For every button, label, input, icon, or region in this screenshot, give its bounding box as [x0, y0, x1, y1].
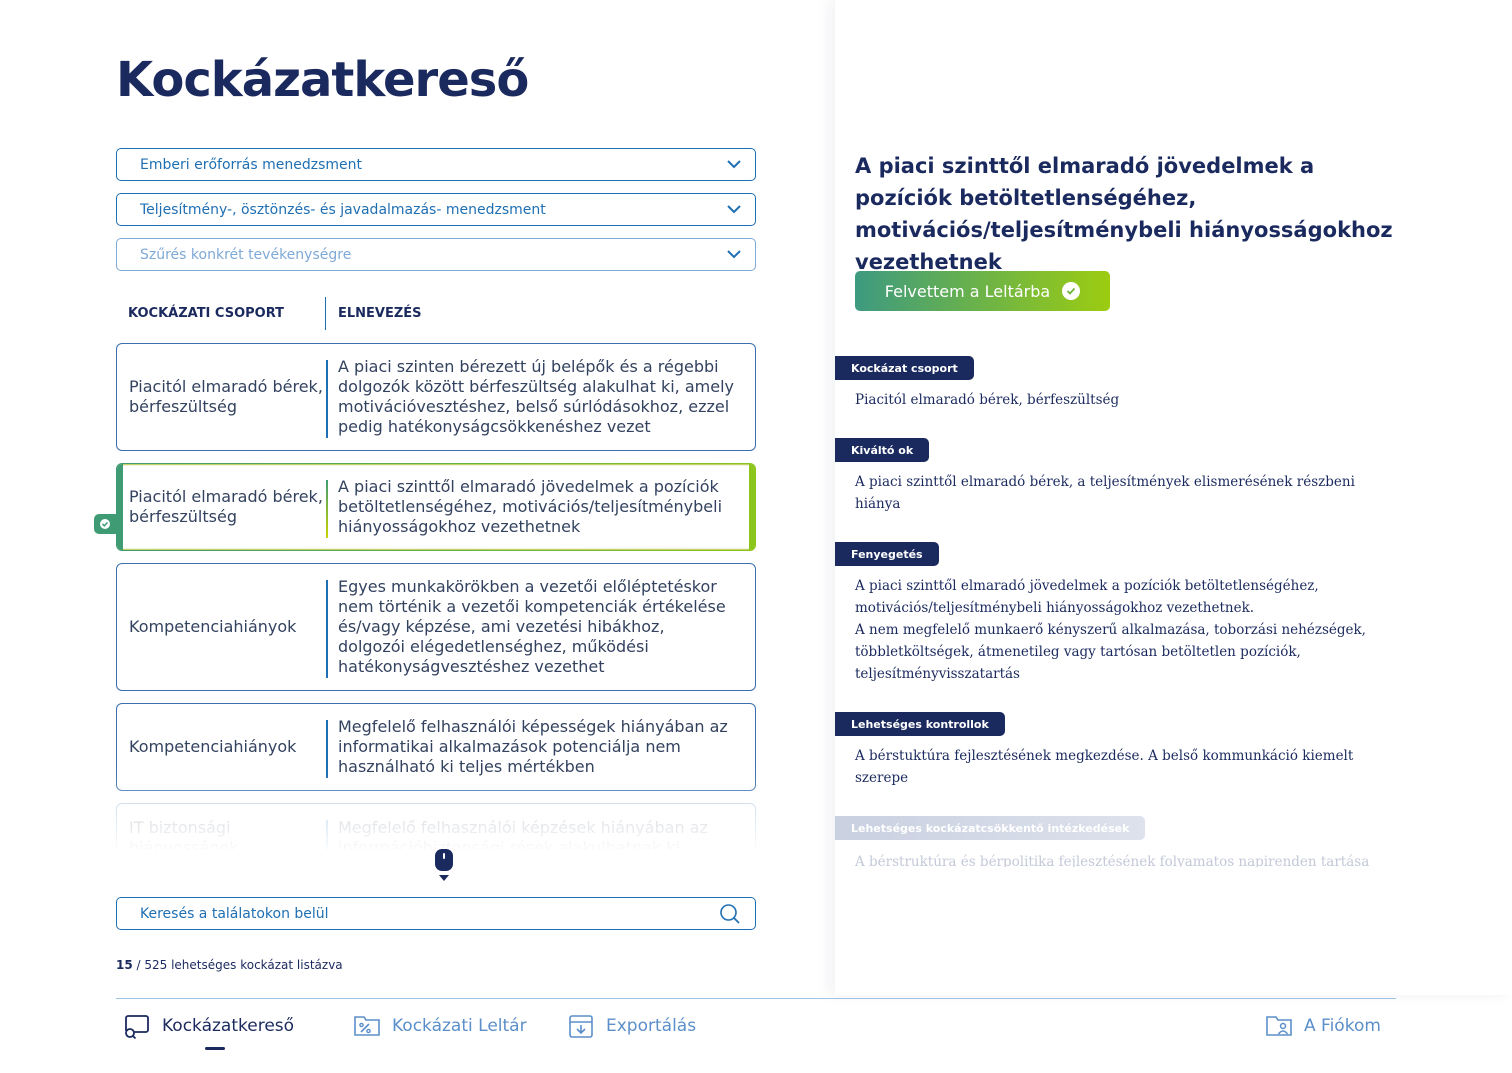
nav-divider: [116, 998, 1396, 999]
risk-detail-panel: A piaci szinttől elmaradó jövedelmek a p…: [835, 0, 1512, 995]
row-name: A piaci szinten bérezett új belépők és a…: [338, 357, 734, 436]
add-to-inventory-label: Felvettem a Leltárba: [884, 281, 1051, 301]
table-row-selected[interactable]: Piacitól elmaradó bérek, bérfeszültség A…: [116, 463, 756, 551]
row-name: Megfelelő felhasználói képzések hiányába…: [338, 818, 708, 850]
section-text-cause: A piaci szinttől elmaradó bérek, a telje…: [855, 474, 1355, 512]
row-group: Piacitól elmaradó bérek, bérfeszültség: [129, 377, 323, 416]
risk-finder-panel: Kockázatkereső Emberi erőforrás menedzsm…: [0, 0, 835, 995]
result-count: 15 / 525 lehetséges kockázat listázva: [116, 958, 343, 972]
table-row[interactable]: IT biztonsági hiányosságok Megfelelő fel…: [116, 803, 756, 850]
section-label-threat: Fenyegetés: [835, 542, 939, 566]
chevron-down-icon: [727, 205, 741, 214]
nav-item-risk-finder[interactable]: Kockázatkereső: [122, 1011, 294, 1041]
section-text-controls: A bérstuktúra fejlesztésének megkezdése.…: [855, 748, 1354, 786]
download-box-icon: [569, 1015, 593, 1038]
detail-title: A piaci szinttől elmaradó jövedelmek a p…: [855, 154, 1393, 274]
section-label-mitigation: Lehetséges kockázatcsökkentő intézkedése…: [835, 816, 1146, 840]
risk-list[interactable]: Piacitól elmaradó bérek, bérfeszültség A…: [110, 340, 770, 850]
filter-select-label: Teljesítmény-, ösztönzés- és javadalmazá…: [140, 201, 546, 218]
section-text-threat-2: A nem megfelelő munkaerő kényszerű alkal…: [855, 622, 1366, 682]
section-label-controls: Lehetséges kontrollok: [835, 712, 1005, 736]
section-text-mitigation: A bérstruktúra és bérpolitika fejlesztés…: [855, 854, 1370, 867]
chevron-down-icon: [727, 160, 741, 169]
section-text-risk-group: Piacitól elmaradó bérek, bérfeszültség: [855, 392, 1120, 408]
active-nav-indicator: [205, 1047, 225, 1050]
folder-percent-icon: [354, 1016, 380, 1036]
check-circle-icon: [1062, 282, 1081, 300]
result-count-total: / 525 lehetséges kockázat listázva: [132, 958, 343, 972]
page-title: Kockázatkereső: [116, 52, 529, 108]
nav-label: Kockázatkereső: [162, 1016, 295, 1036]
section-text-threat: A piaci szinttől elmaradó jövedelmek a p…: [855, 578, 1319, 616]
column-divider: [325, 297, 326, 330]
search-field[interactable]: [116, 897, 756, 930]
add-to-inventory-button[interactable]: Felvettem a Leltárba: [855, 271, 1110, 311]
row-name: Megfelelő felhasználói képességek hiányá…: [338, 717, 728, 776]
column-header-group: KOCKÁZATI CSOPORT: [128, 306, 284, 321]
nav-item-export[interactable]: Exportálás: [566, 1011, 696, 1041]
nav-label: Exportálás: [606, 1016, 697, 1036]
search-screen-icon: [125, 1015, 149, 1040]
section-label-cause: Kiváltó ok: [835, 438, 930, 462]
search-input[interactable]: [140, 905, 700, 922]
chevron-down-icon: [727, 250, 741, 259]
table-row[interactable]: Piacitól elmaradó bérek, bérfeszültség A…: [116, 343, 756, 451]
section-label-risk-group: Kockázat csoport: [835, 356, 974, 380]
nav-item-account[interactable]: A Fiókom: [1264, 1011, 1381, 1041]
row-group: Kompetenciahiányok: [129, 737, 297, 756]
nav-label: A Fiókom: [1304, 1016, 1381, 1036]
filter-select-label: Szűrés konkrét tevékenységre: [140, 246, 352, 263]
check-icon: [100, 519, 110, 529]
filter-select-domain[interactable]: Emberi erőforrás menedzsment: [116, 148, 756, 181]
selected-check-badge: [94, 514, 116, 534]
row-group: Kompetenciahiányok: [129, 617, 297, 636]
nav-label: Kockázati Leltár: [392, 1016, 527, 1036]
filter-select-area[interactable]: Teljesítmény-, ösztönzés- és javadalmazá…: [116, 193, 756, 226]
search-icon[interactable]: [719, 903, 741, 925]
row-name: A piaci szinttől elmaradó jövedelmek a p…: [338, 477, 723, 536]
filter-select-activity[interactable]: Szűrés konkrét tevékenységre: [116, 238, 756, 271]
filter-select-label: Emberi erőforrás menedzsment: [140, 156, 362, 173]
table-row[interactable]: Kompetenciahiányok Egyes munkakörökben a…: [116, 563, 756, 691]
row-group: Piacitól elmaradó bérek, bérfeszültség: [129, 487, 323, 526]
scroll-down-icon[interactable]: [439, 875, 449, 881]
row-group: IT biztonsági hiányosságok: [129, 818, 239, 850]
column-header-name: ELNEVEZÉS: [338, 306, 422, 321]
nav-item-risk-inventory[interactable]: Kockázati Leltár: [352, 1011, 527, 1041]
folder-user-icon: [1266, 1016, 1292, 1036]
row-name: Egyes munkakörökben a vezetői előlépteté…: [338, 577, 726, 676]
table-row[interactable]: Kompetenciahiányok Megfelelő felhasználó…: [116, 703, 756, 791]
result-count-shown: 15: [116, 958, 133, 972]
scroll-indicator[interactable]: [435, 849, 453, 871]
